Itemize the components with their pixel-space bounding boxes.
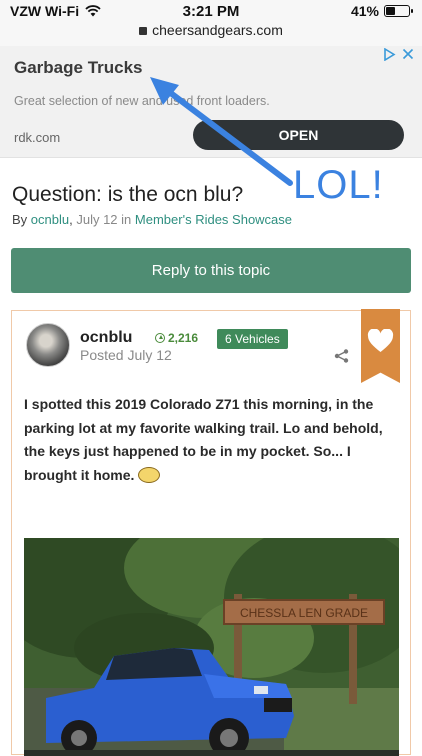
ad-controls (383, 48, 414, 61)
ad-title[interactable]: Garbage Trucks (14, 58, 143, 78)
url-bar[interactable]: cheersandgears.com (0, 22, 422, 38)
battery-icon (384, 5, 413, 17)
reply-button[interactable]: Reply to this topic (11, 248, 411, 293)
share-icon[interactable] (334, 349, 350, 363)
ad-description: Great selection of new and used front lo… (14, 94, 270, 108)
trail-sign-text: CHESSLA LEN GRADE (240, 606, 368, 620)
ad-domain: rdk.com (14, 130, 61, 145)
vehicles-badge[interactable]: 6 Vehicles (217, 329, 288, 349)
post: ocnblu 2,216 6 Vehicles Posted July 12 I… (11, 309, 411, 756)
lock-icon (139, 27, 148, 35)
adchoices-icon[interactable] (383, 48, 396, 61)
battery-status: 41% (350, 3, 413, 19)
post-date: Posted July 12 (80, 347, 172, 363)
truck-photo: CHESSLA LEN GRADE (24, 538, 399, 756)
avatar[interactable] (26, 323, 70, 367)
post-photo[interactable]: CHESSLA LEN GRADE (24, 538, 399, 756)
topic-title: Question: is the ocn blu? (12, 183, 244, 206)
heart-icon (367, 329, 394, 352)
topic-byline: By ocnblu, July 12 in Member's Rides Sho… (12, 212, 293, 227)
reputation-count: 2,216 (168, 331, 199, 345)
close-icon[interactable] (402, 48, 414, 60)
reputation-icon (155, 333, 165, 343)
status-bar: VZW Wi-Fi 3:21 PM 41% cheersandgears.com (0, 0, 422, 46)
like-bookmark[interactable] (361, 309, 400, 383)
byline-forum-link[interactable]: Member's Rides Showcase (135, 212, 292, 227)
battery-level (386, 7, 395, 15)
post-body-text: I spotted this 2019 Colorado Z71 this mo… (24, 396, 383, 483)
ad-banner[interactable]: Garbage Trucks Great selection of new an… (0, 46, 422, 158)
post-body: I spotted this 2019 Colorado Z71 this mo… (24, 393, 394, 487)
url-text: cheersandgears.com (152, 22, 283, 38)
byline-in: in (121, 212, 132, 227)
ad-open-button[interactable]: OPEN (193, 120, 404, 150)
reputation: 2,216 (155, 331, 198, 345)
annotation-text: LOL! (293, 163, 384, 207)
byline-date: July 12 (76, 212, 118, 227)
post-author[interactable]: ocnblu (80, 329, 132, 347)
grin-emoji-icon (138, 466, 161, 483)
byline-prefix: By (12, 212, 28, 227)
byline-author-link[interactable]: ocnblu (31, 212, 69, 227)
battery-percent: 41% (350, 3, 379, 19)
